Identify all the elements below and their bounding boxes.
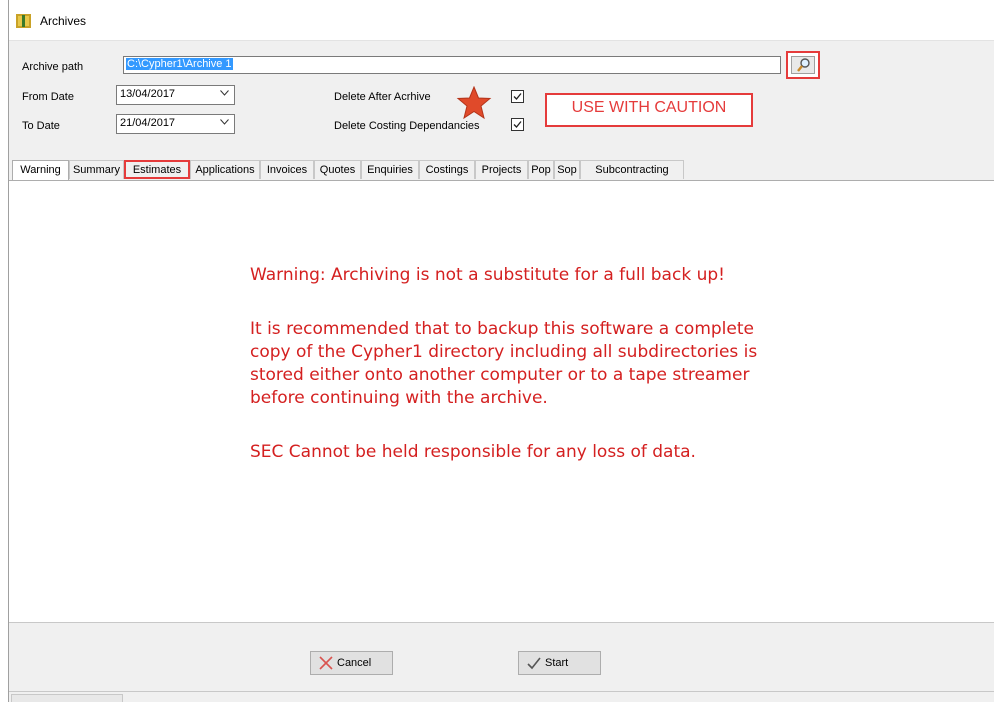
tab-subcontracting[interactable]: Subcontracting (580, 160, 684, 179)
caution-callout: USE WITH CAUTION (545, 93, 753, 127)
checkmark-icon (513, 93, 522, 100)
button-bar: Cancel Start (9, 622, 994, 692)
tab-pop[interactable]: Pop (528, 160, 554, 179)
tab-invoices[interactable]: Invoices (260, 160, 314, 179)
tab-summary[interactable]: Summary (69, 160, 124, 179)
to-date-picker[interactable]: 21/04/2017 (116, 114, 235, 134)
delete-costing-label: Delete Costing Dependancies (334, 120, 480, 132)
warning-line: It is recommended that to backup this so… (250, 319, 754, 339)
tab-enquiries[interactable]: Enquiries (361, 160, 419, 179)
window-title: Archives (40, 14, 87, 28)
tab-warning[interactable]: Warning (12, 160, 69, 180)
archive-path-value: C:\Cypher1\Archive 1 (126, 58, 233, 70)
chevron-down-icon (220, 90, 229, 96)
star-annotation-icon (456, 86, 492, 120)
delete-after-archive-checkbox[interactable] (511, 90, 524, 103)
browse-button[interactable] (791, 56, 815, 74)
warning-heading: Warning: Archiving is not a substitute f… (250, 265, 725, 285)
title-bar: Archives (9, 0, 994, 41)
tab-projects[interactable]: Projects (475, 160, 528, 179)
status-tab (11, 694, 123, 702)
tab-quotes[interactable]: Quotes (314, 160, 361, 179)
warning-panel: Warning: Archiving is not a substitute f… (9, 180, 994, 622)
tab-sop[interactable]: Sop (554, 160, 580, 179)
archive-path-label: Archive path (22, 61, 84, 73)
from-date-picker[interactable]: 13/04/2017 (116, 85, 235, 105)
browse-button-highlight (786, 51, 820, 79)
status-bar (9, 692, 994, 702)
tab-estimates[interactable]: Estimates (124, 160, 190, 179)
start-label: Start (545, 657, 569, 669)
archives-window: Archives Archive path C:\Cypher1\Archive… (8, 0, 994, 702)
delete-after-archive-label: Delete After Acrhive (334, 91, 431, 103)
delete-costing-checkbox[interactable] (511, 118, 524, 131)
warning-line: copy of the Cypher1 directory including … (250, 342, 758, 362)
checkmark-icon (527, 657, 541, 670)
disclaimer-text: SEC Cannot be held responsible for any l… (250, 442, 696, 462)
chevron-down-icon (220, 119, 229, 125)
to-date-value: 21/04/2017 (120, 117, 176, 129)
checkmark-icon (513, 121, 522, 128)
tab-applications[interactable]: Applications (190, 160, 260, 179)
close-icon (319, 656, 333, 670)
cancel-button[interactable]: Cancel (310, 651, 393, 675)
tab-costings[interactable]: Costings (419, 160, 475, 179)
from-date-value: 13/04/2017 (120, 88, 176, 100)
from-date-label: From Date (22, 91, 74, 103)
warning-line: stored either onto another computer or t… (250, 365, 750, 385)
to-date-label: To Date (22, 120, 60, 132)
cancel-label: Cancel (337, 657, 372, 669)
archive-app-icon (16, 14, 31, 28)
archive-path-input[interactable]: C:\Cypher1\Archive 1 (123, 56, 781, 74)
warning-line: before continuing with the archive. (250, 388, 548, 408)
magnifier-icon (797, 58, 810, 72)
start-button[interactable]: Start (518, 651, 601, 675)
